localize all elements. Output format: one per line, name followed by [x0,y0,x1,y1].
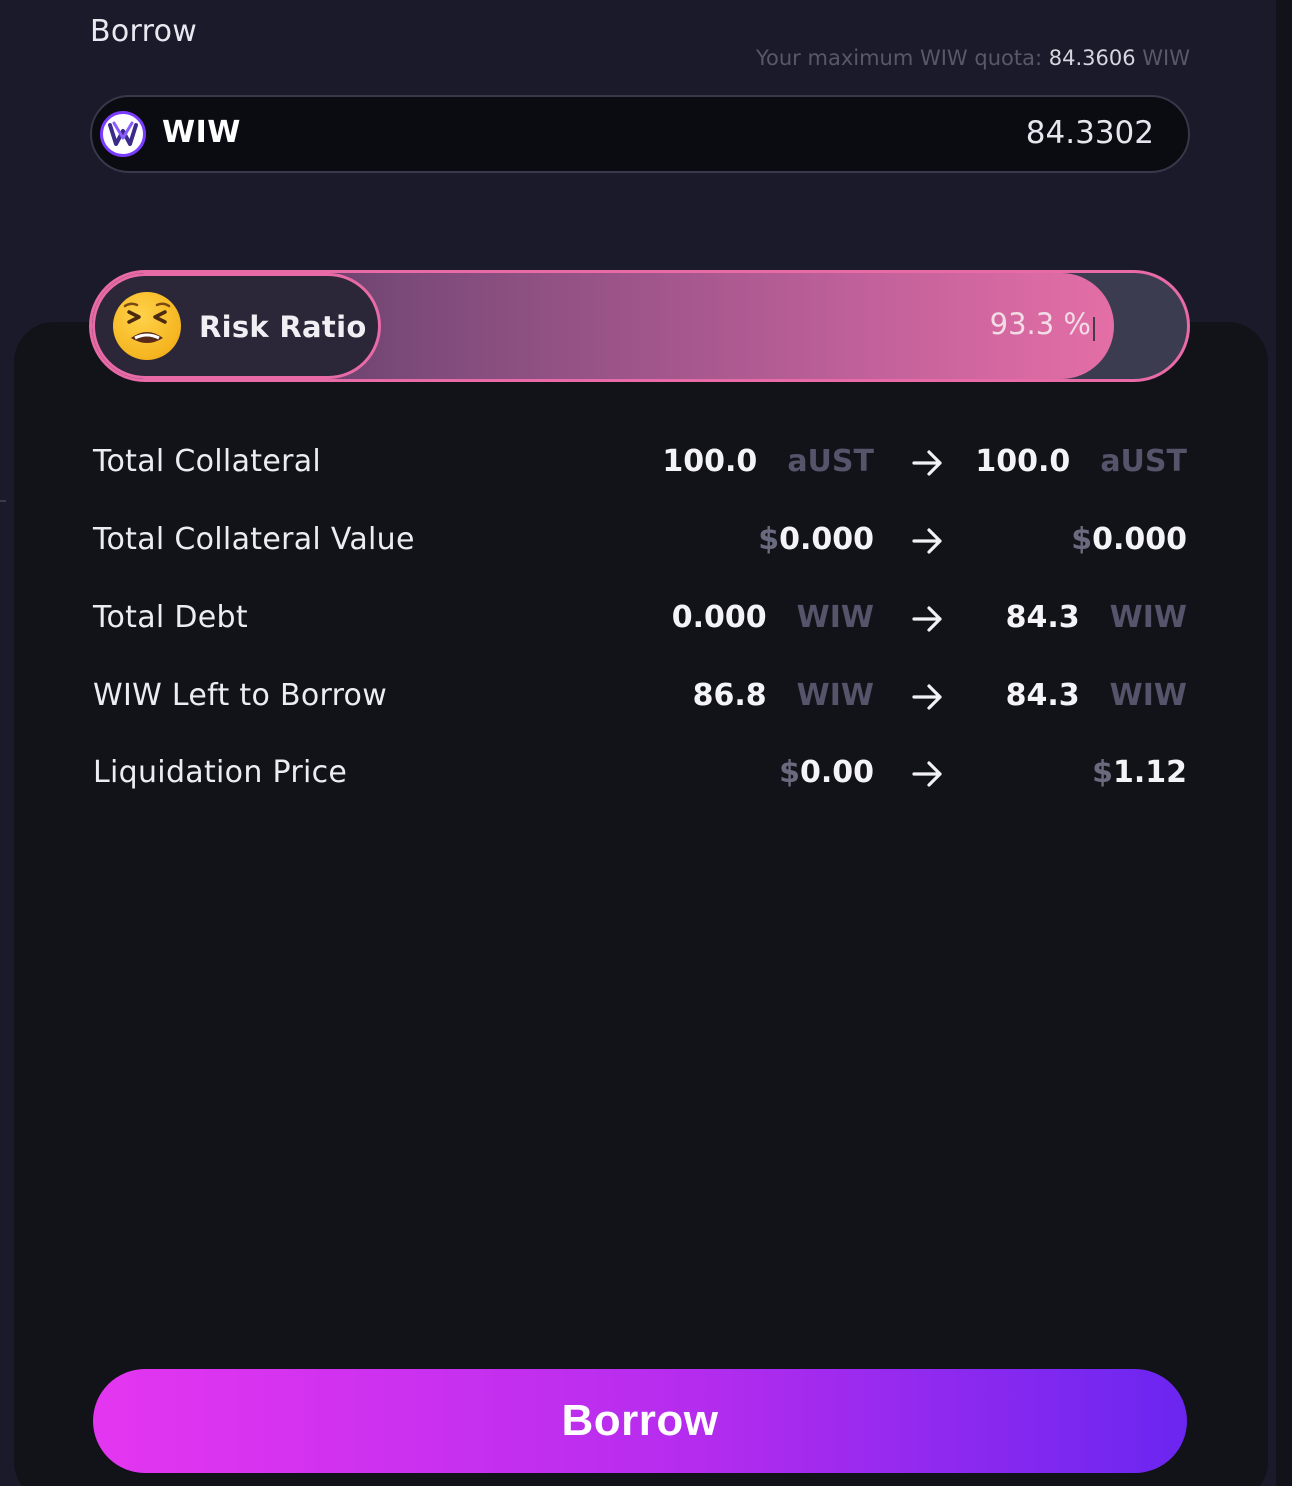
row-total-debt: Total Debt 0.000 WIW 84.3 WIW [93,600,1187,640]
arrow-right-icon [912,761,942,787]
row-label: Total Debt [93,600,248,635]
risk-ratio-badge: Risk Ratio [92,273,381,379]
row-label: Total Collateral [93,444,322,479]
new-value: $1.12 [1092,755,1187,790]
arrow-right-icon [912,450,942,476]
details-card [14,322,1268,1486]
row-label: Total Collateral Value [93,522,415,557]
arrow-right-icon [912,684,942,710]
borrow-panel: Borrow Your maximum WIW quota: 84.3606 W… [0,0,1292,1486]
quota-value: 84.3606 [1048,46,1136,70]
borrow-button[interactable]: Borrow [93,1369,1187,1473]
risk-threshold-marker [1093,317,1095,341]
arrow-right-icon [912,606,942,632]
wiw-token-icon [100,111,146,157]
borrow-amount-input[interactable]: WIW 84.3302 [90,95,1190,173]
risk-ratio-value: 93.3 % [989,307,1091,341]
row-wiw-left-to-borrow: WIW Left to Borrow 86.8 WIW 84.3 WIW [93,678,1187,718]
current-value: 100.0 aUST [662,444,874,479]
risk-ratio-label: Risk Ratio [199,310,367,344]
new-value: $0.000 [1071,522,1187,557]
arrow-right-icon [912,528,942,554]
quota-label: Your maximum WIW quota: [755,46,1043,70]
current-value: $0.00 [779,755,874,790]
row-total-collateral-value: Total Collateral Value $0.000 $0.000 [93,522,1187,562]
row-label: Liquidation Price [93,755,348,790]
new-value: 84.3 WIW [1005,678,1187,713]
new-value: 84.3 WIW [1005,600,1187,635]
max-quota-info: Your maximum WIW quota: 84.3606 WIW [756,46,1190,70]
page-title: Borrow [90,14,198,49]
token-name: WIW [162,115,241,150]
row-total-collateral: Total Collateral 100.0 aUST 100.0 aUST [93,444,1187,484]
divider [0,500,6,502]
tired-face-emoji-icon [113,292,181,360]
borrow-button-label: Borrow [561,1396,719,1445]
current-value: $0.000 [758,522,874,557]
scrollbar-track [1276,0,1292,1486]
row-liquidation-price: Liquidation Price $0.00 $1.12 [93,755,1187,795]
risk-ratio-bar: Risk Ratio 93.3 % [89,270,1190,382]
quota-unit: WIW [1142,46,1190,70]
current-value: 0.000 WIW [671,600,874,635]
current-value: 86.8 WIW [692,678,874,713]
amount-value[interactable]: 84.3302 [1026,115,1154,151]
new-value: 100.0 aUST [975,444,1187,479]
row-label: WIW Left to Borrow [93,678,388,713]
